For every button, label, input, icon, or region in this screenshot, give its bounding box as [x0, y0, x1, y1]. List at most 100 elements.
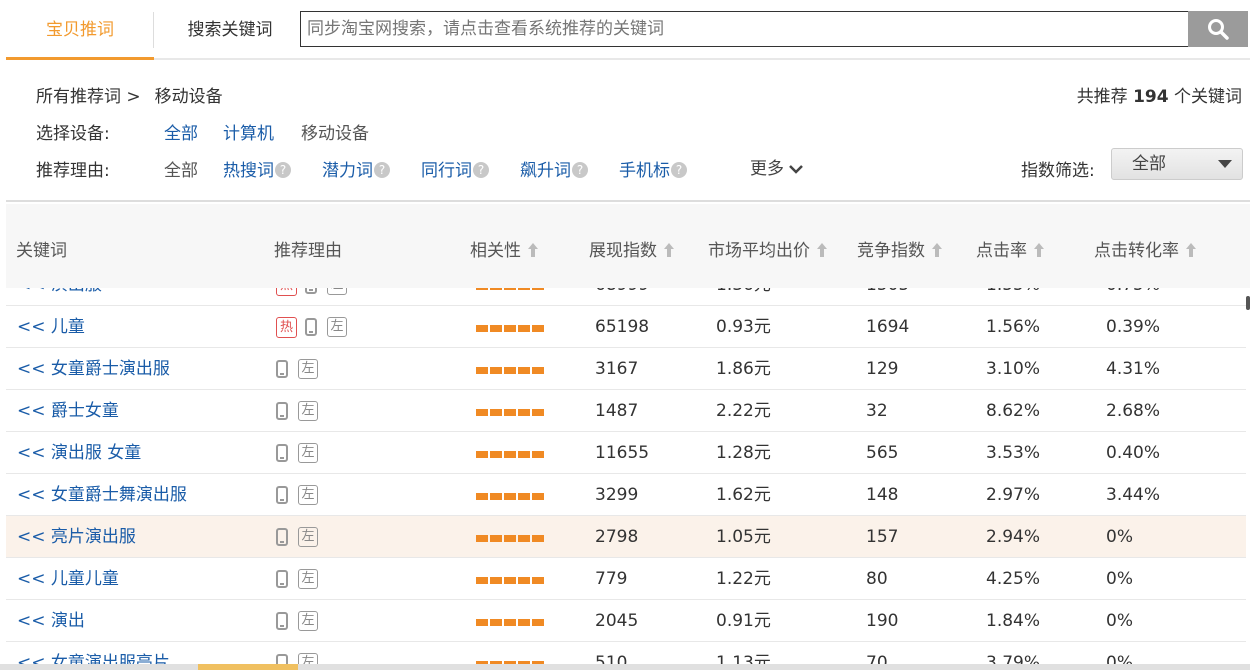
table-row[interactable]: << 女童演出服亮片左 510 1.13元 70 3.79% 0%: [6, 642, 1246, 664]
impressions-value: 65198: [595, 317, 650, 337]
impressions-value: 2798: [595, 527, 639, 547]
sort-up-icon: [1034, 243, 1044, 257]
device-option-all[interactable]: 全部: [164, 119, 198, 144]
table-row[interactable]: << 儿童热左 65198 0.93元 1694 1.56% 0.39%: [6, 306, 1246, 348]
table-row[interactable]: << 儿童儿童 左 779 1.22元 80 4.25% 0%: [6, 558, 1246, 600]
table-row[interactable]: << 女童爵士舞演出服 左 3299 1.62元 148 2.97% 3.44%: [6, 474, 1246, 516]
keyword-link[interactable]: << 女童演出服亮片: [17, 642, 170, 664]
col-reason: 推荐理由: [274, 241, 342, 261]
keyword-link[interactable]: << 演出: [17, 600, 85, 642]
keyword-link[interactable]: << 儿童儿童: [17, 558, 119, 600]
impressions-value: 3299: [595, 485, 639, 505]
tab-item-recommend[interactable]: 宝贝推词: [6, 0, 154, 60]
ctr-value: 3.53%: [986, 443, 1041, 463]
keyword-link[interactable]: << 女童爵士舞演出服: [17, 474, 187, 516]
impressions-value: 510: [595, 653, 628, 664]
reason-icons: 左: [276, 442, 318, 464]
cvr-value: 4.31%: [1106, 359, 1161, 379]
avg-bid-value: 2.22元: [716, 401, 771, 421]
competition-value: 565: [866, 443, 899, 463]
keyword-link[interactable]: << 演出服: [17, 288, 102, 306]
table-row[interactable]: << 演出 左 2045 0.91元 190 1.84% 0%: [6, 600, 1246, 642]
avg-bid-value: 1.86元: [716, 359, 771, 379]
ctr-value: 4.25%: [986, 569, 1041, 589]
avg-bid-value: 1.62元: [716, 485, 771, 505]
reason-option-hot[interactable]: 热搜词?: [223, 156, 291, 181]
col-cvr[interactable]: 点击转化率: [1094, 236, 1197, 261]
impressions-value: 3167: [595, 359, 639, 379]
index-filter-select[interactable]: 全部: [1111, 148, 1243, 180]
help-icon[interactable]: ?: [275, 162, 291, 178]
reason-option-peer[interactable]: 同行词?: [421, 156, 489, 181]
reason-label: 推荐理由:: [36, 161, 110, 181]
reason-icons: 左: [276, 610, 318, 632]
competition-value: 32: [866, 401, 888, 421]
help-icon[interactable]: ?: [572, 162, 588, 178]
reason-icons: 左: [276, 526, 318, 548]
index-filter-label: 指数筛选:: [1021, 161, 1095, 181]
device-option-mobile[interactable]: 移动设备: [301, 119, 369, 144]
phone-icon: [276, 654, 288, 664]
relevance-bars: [476, 577, 546, 585]
competition-value: 70: [866, 653, 888, 664]
device-option-computer[interactable]: 计算机: [223, 119, 274, 144]
keyword-link[interactable]: << 女童爵士演出服: [17, 348, 170, 390]
cvr-value: 0%: [1106, 653, 1133, 664]
ctr-value: 8.62%: [986, 401, 1041, 421]
keyword-link[interactable]: << 亮片演出服: [17, 516, 136, 558]
table-row[interactable]: << 亮片演出服 左 2798 1.05元 157 2.94% 0%: [6, 516, 1246, 558]
relevance-bars: [476, 493, 546, 501]
tab-search-keywords[interactable]: 搜索关键词: [166, 0, 294, 60]
search-input[interactable]: [300, 11, 1188, 47]
competition-value: 190: [866, 611, 899, 631]
horizontal-scrollbar-thumb[interactable]: [198, 664, 298, 670]
table-row[interactable]: << 演出服热左689991.36元15051.55%0.75%: [6, 288, 1246, 306]
col-ctr[interactable]: 点击率: [976, 236, 1045, 261]
help-icon[interactable]: ?: [473, 162, 489, 178]
reason-option-all[interactable]: 全部: [164, 156, 198, 181]
ctr-value: 1.56%: [986, 317, 1041, 337]
ctr-value: 2.94%: [986, 527, 1041, 547]
help-icon[interactable]: ?: [374, 162, 390, 178]
col-avg-bid[interactable]: 市场平均出价: [708, 236, 828, 261]
phone-icon: [276, 402, 288, 420]
sort-up-icon: [1186, 243, 1196, 257]
search-icon: [1208, 19, 1229, 40]
left-badge-icon: 左: [327, 317, 347, 337]
help-icon[interactable]: ?: [671, 162, 687, 178]
keyword-link[interactable]: << 爵士女童: [17, 390, 119, 432]
relevance-bars: [476, 451, 546, 459]
horizontal-scrollbar[interactable]: [0, 664, 1250, 670]
breadcrumb-current: 移动设备: [154, 87, 223, 107]
table-row[interactable]: << 女童爵士演出服 左 3167 1.86元 129 3.10% 4.31%: [6, 348, 1246, 390]
reason-option-rising[interactable]: 飙升词?: [520, 156, 588, 181]
more-button[interactable]: 更多: [750, 154, 804, 179]
reason-option-mobile[interactable]: 手机标?: [619, 156, 687, 181]
table-row[interactable]: << 演出服 女童 左 11655 1.28元 565 3.53% 0.40%: [6, 432, 1246, 474]
reason-icons: 热左: [276, 288, 347, 296]
keyword-link[interactable]: << 儿童: [17, 306, 85, 348]
phone-icon: [276, 612, 288, 630]
sort-up-icon: [932, 243, 942, 257]
reason-icons: 左: [276, 568, 318, 590]
ctr-value: 3.79%: [986, 653, 1041, 664]
col-competition[interactable]: 竞争指数: [857, 236, 943, 261]
search-button[interactable]: [1188, 11, 1248, 47]
ctr-value: 1.55%: [986, 288, 1040, 306]
scrollbar-thumb[interactable]: [1246, 296, 1250, 310]
table-body: << 演出服热左689991.36元15051.55%0.75%<< 儿童热左6…: [6, 288, 1246, 664]
phone-icon: [305, 318, 317, 336]
competition-value: 129: [866, 359, 899, 379]
left-badge-icon: 左: [298, 653, 318, 664]
top-tab-bar: 宝贝推词 搜索关键词: [6, 0, 1250, 60]
filter-panel: 所有推荐词 > 移动设备 共推荐 194 个关键词 选择设备: 全部 计算机 移动…: [6, 62, 1250, 202]
table-row[interactable]: << 爵士女童 左 1487 2.22元 32 8.62% 2.68%: [6, 390, 1246, 432]
keyword-link[interactable]: << 演出服 女童: [17, 432, 141, 474]
col-relevance[interactable]: 相关性: [470, 236, 539, 261]
col-impressions[interactable]: 展现指数: [589, 236, 675, 261]
reason-icons: 热左: [276, 316, 347, 338]
reason-option-potential[interactable]: 潜力词?: [322, 156, 390, 181]
breadcrumb-root[interactable]: 所有推荐词 >: [36, 87, 141, 107]
total-count: 共推荐 194 个关键词: [1076, 87, 1242, 107]
competition-value: 80: [866, 569, 888, 589]
